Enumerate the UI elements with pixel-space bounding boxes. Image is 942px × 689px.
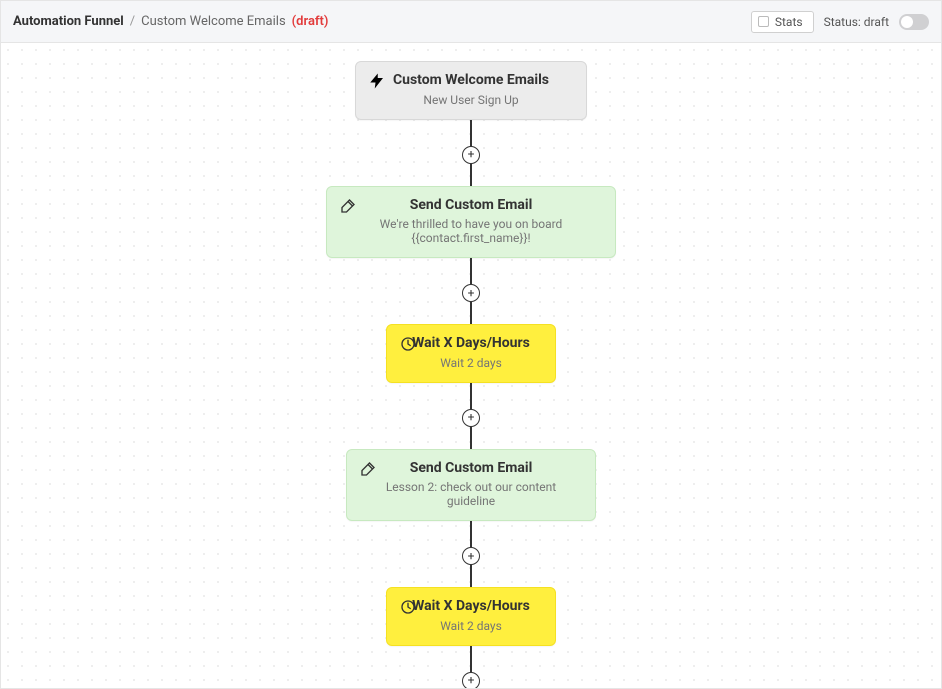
stats-checkbox[interactable]: Stats xyxy=(751,11,814,33)
compose-icon xyxy=(357,458,379,480)
add-step-button[interactable]: + xyxy=(462,547,480,565)
trigger-subtitle: New User Sign Up xyxy=(374,93,568,107)
email-title: Send Custom Email xyxy=(345,197,597,215)
flow-container: Custom Welcome Emails New User Sign Up +… xyxy=(1,43,941,688)
connector: + xyxy=(462,383,480,449)
add-step-button[interactable]: + xyxy=(462,409,480,427)
checkbox-box xyxy=(758,16,769,27)
wait-title: Wait X Days/Hours xyxy=(405,335,537,353)
wait-node-1[interactable]: Wait X Days/Hours Wait 2 days xyxy=(386,324,556,383)
clock-icon xyxy=(397,333,419,355)
status-label: Status: draft xyxy=(824,15,889,29)
email-subtitle: Lesson 2: check out our content guidelin… xyxy=(365,480,577,508)
email-node-2[interactable]: Send Custom Email Lesson 2: check out ou… xyxy=(346,449,596,522)
status-toggle[interactable] xyxy=(899,14,929,30)
funnel-name: Custom Welcome Emails xyxy=(141,14,286,29)
trigger-node[interactable]: Custom Welcome Emails New User Sign Up xyxy=(355,61,587,120)
add-step-button[interactable]: + xyxy=(462,672,480,689)
connector: + xyxy=(462,646,480,689)
compose-icon xyxy=(337,195,359,217)
stats-label: Stats xyxy=(775,15,803,29)
breadcrumb-separator: / xyxy=(130,14,135,29)
header-bar: Automation Funnel / Custom Welcome Email… xyxy=(1,1,941,43)
wait-title: Wait X Days/Hours xyxy=(405,598,537,616)
breadcrumb-root[interactable]: Automation Funnel xyxy=(13,14,124,29)
add-step-button[interactable]: + xyxy=(462,146,480,164)
connector: + xyxy=(462,120,480,186)
bolt-icon xyxy=(366,70,388,92)
draft-badge: (draft) xyxy=(292,14,329,29)
clock-icon xyxy=(397,596,419,618)
email-node-1[interactable]: Send Custom Email We're thrilled to have… xyxy=(326,186,616,259)
connector: + xyxy=(462,258,480,324)
connector: + xyxy=(462,521,480,587)
add-step-button[interactable]: + xyxy=(462,284,480,302)
wait-subtitle: Wait 2 days xyxy=(405,356,537,370)
email-subtitle: We're thrilled to have you on board {{co… xyxy=(345,217,597,245)
wait-subtitle: Wait 2 days xyxy=(405,619,537,633)
flow-canvas[interactable]: Custom Welcome Emails New User Sign Up +… xyxy=(1,43,941,688)
trigger-title: Custom Welcome Emails xyxy=(374,72,568,90)
wait-node-2[interactable]: Wait X Days/Hours Wait 2 days xyxy=(386,587,556,646)
breadcrumb: Automation Funnel / Custom Welcome Email… xyxy=(13,14,751,29)
email-title: Send Custom Email xyxy=(365,460,577,478)
